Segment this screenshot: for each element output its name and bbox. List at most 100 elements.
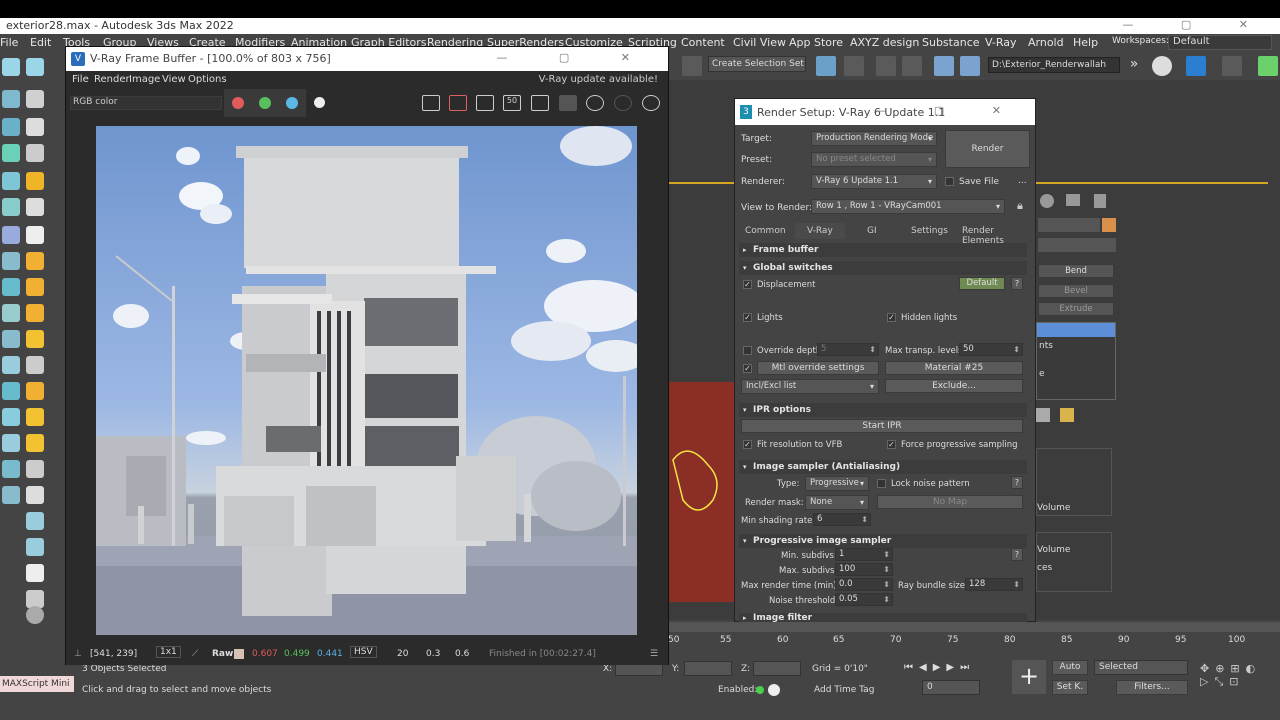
clipper-icon[interactable]	[26, 460, 44, 478]
ribbon-icon[interactable]	[934, 56, 954, 76]
bevel-button[interactable]: Bevel	[1038, 284, 1114, 298]
selection-set-dropdown[interactable]: Create Selection Set	[708, 56, 806, 72]
render-icon[interactable]	[26, 118, 44, 136]
stack-selected-row[interactable]	[1037, 323, 1115, 337]
menu-app-store[interactable]: App Store	[789, 36, 843, 49]
omni-light-icon[interactable]	[26, 304, 44, 322]
trash-icon[interactable]	[1036, 408, 1050, 422]
min-subdivs-spinner[interactable]: 1	[835, 548, 893, 561]
layer-explorer-icon[interactable]	[902, 56, 922, 76]
green-channel-icon[interactable]	[259, 97, 271, 109]
undo-icon[interactable]	[2, 58, 20, 76]
volume-icon[interactable]	[2, 356, 20, 374]
mtl-override-button[interactable]: Mtl override settings	[757, 361, 879, 375]
material-button[interactable]: Material #25	[885, 361, 1023, 375]
tab-vray[interactable]: V-Ray	[795, 223, 845, 239]
bulb-icon[interactable]	[2, 382, 20, 400]
rs-window-controls[interactable]: — ▢ ✕	[875, 104, 1023, 117]
sampler-type-dropdown[interactable]: Progressive	[805, 476, 869, 491]
render-teapot-icon[interactable]	[586, 95, 604, 111]
lights-checkbox[interactable]: ✓	[743, 313, 752, 322]
tab-gi[interactable]: GI	[867, 226, 877, 236]
maxscript-listener[interactable]: MAXScript Mini	[0, 676, 74, 692]
fit-resolution-checkbox[interactable]: ✓	[743, 440, 752, 449]
key-filters-button[interactable]: Filters...	[1116, 680, 1188, 695]
enabled-toggle-icon[interactable]	[768, 684, 780, 696]
pin-icon[interactable]: ⊥	[74, 649, 82, 659]
region-render-icon[interactable]	[476, 95, 494, 111]
pipe-icon[interactable]	[1258, 56, 1278, 76]
auto-key-button[interactable]: Auto	[1052, 660, 1088, 675]
link-icon[interactable]	[2, 90, 20, 108]
plane-icon[interactable]	[2, 252, 20, 270]
configure-icon[interactable]	[1060, 408, 1074, 422]
rendered-image[interactable]	[96, 126, 637, 635]
mirror-icon[interactable]	[816, 56, 836, 76]
rc-icon[interactable]	[1186, 56, 1206, 76]
scatter-icon[interactable]	[2, 330, 20, 348]
lock-noise-checkbox[interactable]	[877, 479, 886, 488]
vfb-menu-render[interactable]: Render	[94, 74, 130, 85]
menu-arnold[interactable]: Arnold	[1028, 36, 1064, 49]
grid-icon[interactable]	[2, 408, 20, 426]
blue-channel-icon[interactable]	[286, 97, 298, 109]
rollout-global-switches[interactable]: ▾ Global switches	[739, 261, 1027, 275]
ball-icon[interactable]	[26, 606, 44, 624]
override-depth-checkbox[interactable]	[743, 346, 752, 355]
sun2-icon[interactable]	[26, 434, 44, 452]
modifier-list-dropdown[interactable]	[1038, 238, 1116, 252]
rollout-image-filter[interactable]: ▸ Image filter	[739, 613, 1027, 622]
zoom-dropdown[interactable]: 1x1	[156, 646, 181, 658]
cube-icon[interactable]	[26, 486, 44, 504]
render-last-icon[interactable]	[642, 95, 660, 111]
sun-icon[interactable]	[2, 172, 20, 190]
help-icon[interactable]: ?	[1011, 476, 1023, 489]
extrude-button[interactable]: Extrude	[1038, 302, 1114, 316]
helper-icon[interactable]	[2, 304, 20, 322]
playback-controls[interactable]: ⏮◀▶▶⏭	[904, 662, 996, 674]
frame-icon[interactable]	[2, 434, 20, 452]
decal-icon[interactable]	[26, 564, 44, 582]
vfb-menu-options[interactable]: Options	[188, 74, 227, 85]
renderer-dropdown[interactable]: V-Ray 6 Update 1.1	[811, 174, 937, 189]
stop-render-icon[interactable]	[614, 95, 632, 111]
displacement-checkbox[interactable]: ✓	[743, 280, 752, 289]
rollout-progressive-sampler[interactable]: ▾ Progressive image sampler	[739, 534, 1027, 548]
snap-icon[interactable]	[682, 56, 702, 76]
menu-file[interactable]: File	[0, 36, 18, 49]
menu-axyz-design[interactable]: AXYZ design	[850, 36, 919, 49]
car-icon[interactable]	[2, 486, 20, 504]
stack-item[interactable]: nts	[1039, 341, 1053, 351]
light-icon[interactable]	[2, 144, 20, 162]
bind-icon[interactable]	[2, 118, 20, 136]
max-subdivs-spinner[interactable]: 100	[835, 563, 893, 576]
box-icon[interactable]	[26, 144, 44, 162]
fur-icon[interactable]	[2, 226, 20, 244]
chevron-right-icon[interactable]: »	[1124, 56, 1144, 76]
ies-light-icon[interactable]	[26, 330, 44, 348]
save-file-checkbox[interactable]	[945, 177, 954, 186]
timeline[interactable]: 50 55 60 65 70 75 80 85 90 95 100	[668, 622, 1280, 654]
key-mode-icon[interactable]: +	[1012, 660, 1046, 694]
mtl-override-checkbox[interactable]: ✓	[743, 364, 752, 373]
ipr-disabled-icon[interactable]	[559, 95, 577, 111]
sphere-light-icon[interactable]	[26, 252, 44, 270]
preset-dropdown[interactable]: No preset selected	[811, 152, 937, 167]
help-icon[interactable]: ?	[1011, 548, 1023, 561]
view-to-render-dropdown[interactable]: Row 1 , Row 1 - VRayCam001	[811, 199, 1005, 214]
max-transp-spinner[interactable]: 50	[959, 343, 1023, 356]
rollout-image-sampler[interactable]: ▾ Image sampler (Antialiasing)	[739, 460, 1027, 474]
teapot-icon[interactable]	[26, 90, 44, 108]
redo-icon[interactable]	[26, 58, 44, 76]
default-button[interactable]: Default	[959, 277, 1005, 290]
set-key-button[interactable]: Set K.	[1052, 680, 1088, 695]
clear-image-icon[interactable]	[449, 95, 467, 111]
tool-icon[interactable]	[1222, 56, 1242, 76]
menu-civil-view[interactable]: Civil View	[733, 36, 786, 49]
save-image-icon[interactable]	[422, 95, 440, 111]
tab-settings[interactable]: Settings	[911, 226, 948, 236]
vfb-menu-file[interactable]: File	[72, 74, 89, 85]
force-progressive-checkbox[interactable]: ✓	[887, 440, 896, 449]
alpha-channel-icon[interactable]	[314, 97, 325, 108]
bulb2-icon[interactable]	[26, 408, 44, 426]
